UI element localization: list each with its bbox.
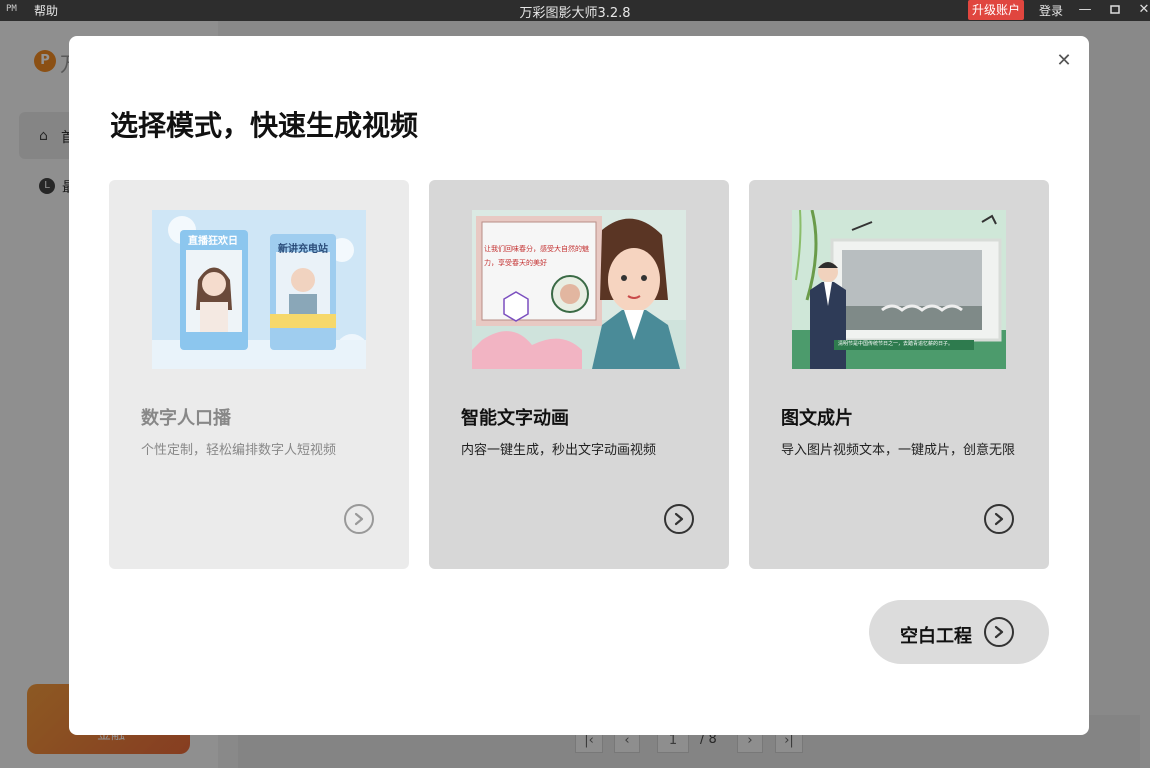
digital-human-thumbnail: 直播狂欢日 新讲充电站	[152, 210, 366, 369]
card-smart-text-animation[interactable]: 让我们回味春分，感受大自然的魅力，享受春天的美好 智能文字动画 内容一键生成，秒…	[429, 180, 729, 569]
card-title: 图文成片	[781, 408, 853, 429]
thumb-text-1: 直播狂欢日	[188, 236, 238, 247]
chevron-right-icon[interactable]	[344, 504, 374, 534]
thumb-text: 让我们回味春分，感受大自然的魅力，享受春天的美好	[484, 245, 589, 267]
window-close-icon[interactable]: ✕	[1134, 0, 1150, 20]
title-bar: PM 帮助 万彩图影大师3.2.8 升级账户 登录 — ✕	[0, 0, 1150, 21]
card-title: 数字人口播	[141, 408, 231, 429]
card-description: 内容一键生成，秒出文字动画视频	[461, 443, 657, 458]
upgrade-account-button[interactable]: 升级账户	[968, 0, 1024, 20]
mode-select-dialog: ✕ 选择模式，快速生成视频 直播狂欢日 新讲充电站 数字人口播 个性定制，轻松编…	[69, 36, 1089, 735]
login-link[interactable]: 登录	[1039, 2, 1063, 19]
thumb-text-2: 新讲充电站	[278, 244, 328, 255]
minimize-icon[interactable]: —	[1075, 0, 1095, 20]
blank-project-label: 空白工程	[900, 626, 972, 647]
card-image-text-video[interactable]: 清明节是中国传统节日之一，去踏青追忆薪的日子。 图文成片 导入图片视频文本，一键…	[749, 180, 1049, 569]
blank-project-button[interactable]: 空白工程	[869, 600, 1049, 664]
text-animation-thumbnail: 让我们回味春分，感受大自然的魅力，享受春天的美好	[472, 210, 686, 369]
chevron-right-icon[interactable]	[664, 504, 694, 534]
image-text-thumbnail: 清明节是中国传统节日之一，去踏青追忆薪的日子。	[792, 210, 1006, 369]
card-description: 个性定制，轻松编排数字人短视频	[141, 443, 337, 458]
maximize-icon[interactable]	[1105, 0, 1125, 20]
chevron-right-icon[interactable]	[984, 504, 1014, 534]
close-icon[interactable]: ✕	[1054, 51, 1074, 71]
thumb-caption: 清明节是中国传统节日之一，去踏青追忆薪的日子。	[838, 341, 954, 347]
dialog-title: 选择模式，快速生成视频	[110, 109, 419, 142]
card-title: 智能文字动画	[461, 408, 569, 429]
card-description: 导入图片视频文本，一键成片，创意无限	[781, 443, 1016, 458]
card-digital-human[interactable]: 直播狂欢日 新讲充电站 数字人口播 个性定制，轻松编排数字人短视频	[109, 180, 409, 569]
chevron-right-icon	[984, 617, 1014, 647]
